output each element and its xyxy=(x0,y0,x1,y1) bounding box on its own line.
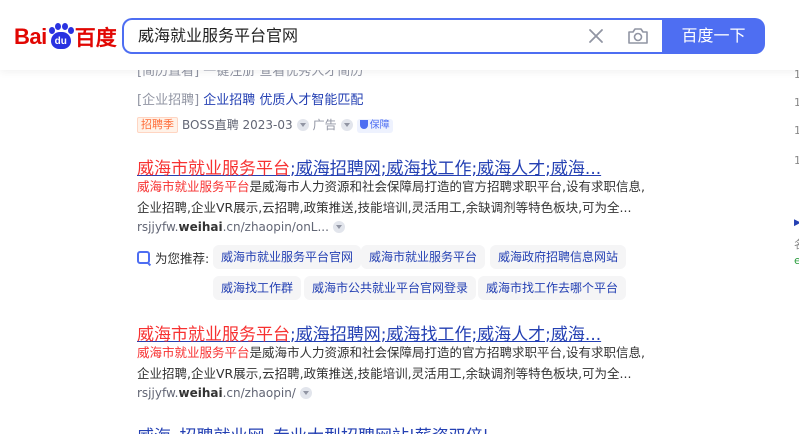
ad-sitelink-prefix: [企业招聘] xyxy=(137,93,200,108)
guarantee-label: 保障 xyxy=(369,120,390,131)
logo-bai: Bai xyxy=(14,24,47,49)
result-url[interactable]: rsjjyfw.weihai.cn/zhaopin/onL... xyxy=(137,220,349,234)
paw-icon: du xyxy=(48,23,74,51)
recommend-chip[interactable]: 威海市就业服务平台 xyxy=(361,245,486,269)
right-edge-text: 1 xyxy=(794,124,799,137)
search-icon xyxy=(137,251,150,264)
recommend-label: 为您推荐: xyxy=(137,248,209,267)
ad-tag: 招聘季 xyxy=(137,117,178,133)
chevron-down-icon[interactable] xyxy=(299,387,312,399)
right-edge-text: e xyxy=(794,254,799,267)
search-button[interactable]: 百度一下 xyxy=(662,18,765,54)
url-domain: weihai xyxy=(178,386,223,400)
snippet-highlight: 威海市就业服务平台 xyxy=(137,179,250,194)
ad-label: 广告 xyxy=(312,118,337,132)
chevron-down-icon[interactable] xyxy=(296,119,309,131)
result-url[interactable]: rsjjyfw.weihai.cn/zhaopin/ xyxy=(137,386,316,400)
right-edge-text: ▶ xyxy=(794,218,799,228)
right-edge-text: 1 xyxy=(794,96,799,109)
ad-meta-row: 招聘季 BOSS直聘 2023-03 广告 保障 xyxy=(137,116,393,133)
right-edge-text: 1 xyxy=(794,154,799,167)
recommend-chip[interactable]: 威海市就业服务平台官网 xyxy=(213,245,362,269)
search-input[interactable] xyxy=(138,20,578,52)
close-icon[interactable] xyxy=(587,27,605,45)
result-snippet: 威海市就业服务平台是威海市人力资源和社会保障局打造的官方招聘求职平台,设有求职信… xyxy=(137,342,647,384)
shield-icon xyxy=(359,120,368,129)
url-domain: weihai xyxy=(178,220,223,234)
ad-sitelink-row[interactable]: [企业招聘] 企业招聘 优质人才智能匹配 xyxy=(137,89,363,108)
camera-icon[interactable] xyxy=(627,26,649,46)
logo-baidu-cn: 百度 xyxy=(74,26,117,50)
logo-du: du xyxy=(50,32,71,49)
ad-source[interactable]: BOSS直聘 2023-03 xyxy=(182,118,293,132)
recommend-chip[interactable]: 威海政府招聘信息网站 xyxy=(490,245,627,269)
result-snippet: 威海市就业服务平台是威海市人力资源和社会保障局打造的官方招聘求职平台,设有求职信… xyxy=(137,176,647,218)
url-part: .cn/zhaopin/onL... xyxy=(222,220,329,234)
ad-sitelink-link[interactable]: 企业招聘 优质人才智能匹配 xyxy=(203,93,363,108)
url-part: .cn/zhaopin/ xyxy=(222,386,296,400)
snippet-highlight: 威海市就业服务平台 xyxy=(137,345,250,360)
result-title-partial[interactable]: 威海_招聘就业网_专业大型招聘网站|薪资双倍| xyxy=(137,422,488,434)
recommend-chip[interactable]: 威海找工作群 xyxy=(213,276,302,300)
baidu-logo[interactable]: Bai du 百度 xyxy=(14,20,117,54)
url-part: rsjjyfw. xyxy=(137,220,179,234)
search-box[interactable] xyxy=(122,18,664,54)
url-part: rsjjyfw. xyxy=(137,386,179,400)
chevron-down-icon[interactable] xyxy=(340,119,353,131)
recommend-label-text: 为您推荐: xyxy=(155,251,210,266)
right-edge-text: 名 xyxy=(794,236,799,252)
chevron-down-icon[interactable] xyxy=(332,221,345,233)
guarantee-badge[interactable]: 保障 xyxy=(356,119,393,133)
recommend-chip[interactable]: 威海市公共就业平台官网登录 xyxy=(304,276,477,300)
recommend-chip[interactable]: 威海市找工作去哪个平台 xyxy=(478,276,627,300)
search-header: Bai du 百度 百度一下 xyxy=(0,0,799,70)
